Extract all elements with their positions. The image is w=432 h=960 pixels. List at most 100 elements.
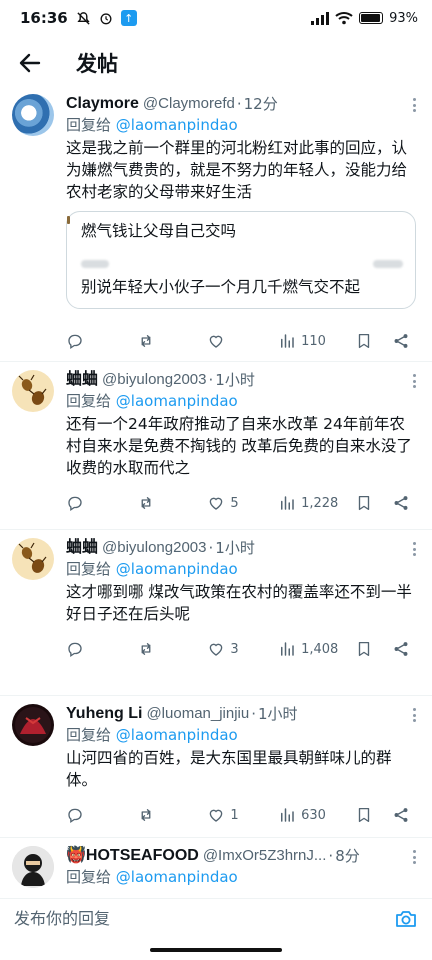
- reply-input[interactable]: [14, 909, 394, 928]
- bookmark-button[interactable]: [355, 494, 392, 512]
- author-handle[interactable]: @biyulong2003: [102, 370, 206, 390]
- author-handle[interactable]: @Claymorefd: [143, 94, 235, 114]
- quote-avatar-fragment: [67, 216, 70, 224]
- reply-prefix: 回复给: [66, 868, 112, 886]
- retweet-button[interactable]: [137, 332, 208, 350]
- author-name[interactable]: 蛐蛐: [66, 538, 98, 558]
- reply-mention-link[interactable]: @laomanpindao: [116, 560, 238, 578]
- reply-mention-link[interactable]: @laomanpindao: [116, 726, 238, 744]
- author-name[interactable]: Claymore: [66, 94, 139, 114]
- heart-icon: [210, 497, 223, 510]
- tweet-time[interactable]: 1小时: [215, 370, 255, 390]
- reply-tweet[interactable]: Claymore @Claymorefd · 12分 回复给 @laomanpi…: [0, 86, 432, 362]
- reply-button[interactable]: [66, 494, 137, 512]
- signal-icon: [311, 11, 330, 25]
- reply-to-line: 回复给 @laomanpindao: [66, 390, 418, 412]
- share-button[interactable]: [392, 806, 410, 824]
- reply-button[interactable]: [66, 332, 137, 350]
- retweet-button[interactable]: [137, 494, 208, 512]
- reply-mention-link[interactable]: @laomanpindao: [116, 116, 238, 134]
- share-icon: [394, 808, 408, 822]
- back-button[interactable]: [14, 47, 46, 79]
- views-count: 110: [301, 333, 326, 349]
- tweet-time[interactable]: 1小时: [258, 704, 298, 724]
- header: 发帖: [0, 40, 432, 86]
- more-options-icon[interactable]: [412, 98, 416, 112]
- separator-dot: ·: [208, 371, 214, 389]
- tweet-time[interactable]: 1小时: [215, 538, 255, 558]
- like-count: 3: [230, 641, 239, 657]
- reply-to-line: 回复给 @laomanpindao: [66, 114, 418, 136]
- like-button[interactable]: [207, 332, 278, 350]
- author-handle[interactable]: @biyulong2003: [102, 538, 206, 558]
- reply-tweet[interactable]: Yuheng Li @luoman_jinjiu · 1小时 回复给 @laom…: [0, 696, 432, 838]
- retweet-button[interactable]: [137, 806, 208, 824]
- author-handle[interactable]: @luoman_jinjiu: [146, 704, 249, 724]
- avatar[interactable]: [12, 846, 54, 888]
- avatar[interactable]: [12, 704, 54, 746]
- views-icon: [281, 334, 294, 348]
- tweet-time[interactable]: 8分: [335, 846, 360, 866]
- author-handle[interactable]: @ImxOr5Z3hrnJ...: [203, 846, 327, 866]
- tweet-text: 还有一个24年政府推动了自来水改革 24年前年农村自来水是免费不掏钱的 改革后免…: [66, 415, 412, 477]
- more-options-icon[interactable]: [412, 708, 416, 722]
- tweet-text: 这是我之前一个群里的河北粉红对此事的回应，认为嫌燃气费贵的，就是不努力的年轻人，…: [66, 139, 408, 201]
- battery-fill: [361, 14, 380, 22]
- tweet-actions: 3 1,408: [66, 625, 410, 673]
- share-icon: [394, 642, 408, 656]
- views-button[interactable]: 110: [278, 332, 355, 350]
- retweet-icon: [141, 809, 151, 821]
- reply-icon: [68, 808, 82, 824]
- reply-mention-link[interactable]: @laomanpindao: [116, 392, 238, 410]
- bookmark-button[interactable]: [355, 332, 392, 350]
- home-indicator[interactable]: [150, 948, 282, 952]
- views-icon: [281, 496, 294, 510]
- camera-icon[interactable]: [394, 907, 418, 931]
- bookmark-button[interactable]: [355, 806, 392, 824]
- tweet-header: Claymore @Claymorefd · 12分: [66, 94, 418, 114]
- views-button[interactable]: 630: [278, 806, 355, 824]
- views-count: 1,228: [301, 495, 339, 511]
- reply-tweet[interactable]: 蛐蛐 @biyulong2003 · 1小时 回复给 @laomanpindao…: [0, 530, 432, 696]
- reply-icon: [68, 334, 82, 350]
- heart-icon: [210, 809, 223, 822]
- tweet-header: 👹HOTSEAFOOD @ImxOr5Z3hrnJ... · 8分: [66, 846, 418, 866]
- avatar[interactable]: [12, 94, 54, 136]
- more-options-icon[interactable]: [412, 850, 416, 864]
- reply-tweet[interactable]: 蛐蛐 @biyulong2003 · 1小时 回复给 @laomanpindao…: [0, 362, 432, 530]
- views-button[interactable]: 1,408: [278, 640, 355, 658]
- reply-tweet[interactable]: 👹HOTSEAFOOD @ImxOr5Z3hrnJ... · 8分 回复给 @l…: [0, 838, 432, 898]
- more-options-icon[interactable]: [412, 542, 416, 556]
- retweet-button[interactable]: [137, 640, 208, 658]
- quote-text-line: 燃气钱让父母自己交吗: [81, 222, 237, 240]
- reply-prefix: 回复给: [66, 560, 112, 578]
- bookmark-button[interactable]: [355, 640, 392, 658]
- views-button[interactable]: 1,228: [278, 494, 355, 512]
- tweet-header: 蛐蛐 @biyulong2003 · 1小时: [66, 538, 418, 558]
- more-options-icon[interactable]: [412, 374, 416, 388]
- reply-prefix: 回复给: [66, 116, 112, 134]
- like-button[interactable]: 5: [207, 494, 278, 512]
- share-button[interactable]: [392, 640, 410, 658]
- like-button[interactable]: 3: [207, 640, 278, 658]
- reply-mention-link[interactable]: @laomanpindao: [116, 868, 238, 886]
- status-time: 16:36: [20, 9, 68, 27]
- quote-card[interactable]: 燃气钱让父母自己交吗 别说年轻大小伙子一个月几千燃气交不起: [66, 211, 416, 309]
- author-name[interactable]: 👹HOTSEAFOOD: [66, 846, 199, 866]
- like-button[interactable]: 1: [207, 806, 278, 824]
- quote-text-line: 别说年轻大小伙子一个月几千燃气交不起: [81, 278, 361, 296]
- separator-dot: ·: [236, 95, 242, 113]
- like-count: 5: [230, 495, 239, 511]
- author-name[interactable]: Yuheng Li: [66, 704, 142, 724]
- author-name[interactable]: 蛐蛐: [66, 370, 98, 390]
- reply-feed[interactable]: Claymore @Claymorefd · 12分 回复给 @laomanpi…: [0, 86, 432, 898]
- app-notification-icon: ↑: [120, 10, 137, 26]
- avatar[interactable]: [12, 538, 54, 580]
- share-button[interactable]: [392, 332, 410, 350]
- tweet-time[interactable]: 12分: [244, 94, 278, 114]
- reply-button[interactable]: [66, 806, 137, 824]
- tweet-text-line: 好日子还在后头呢: [66, 605, 191, 623]
- share-button[interactable]: [392, 494, 410, 512]
- avatar[interactable]: [12, 370, 54, 412]
- reply-button[interactable]: [66, 640, 137, 658]
